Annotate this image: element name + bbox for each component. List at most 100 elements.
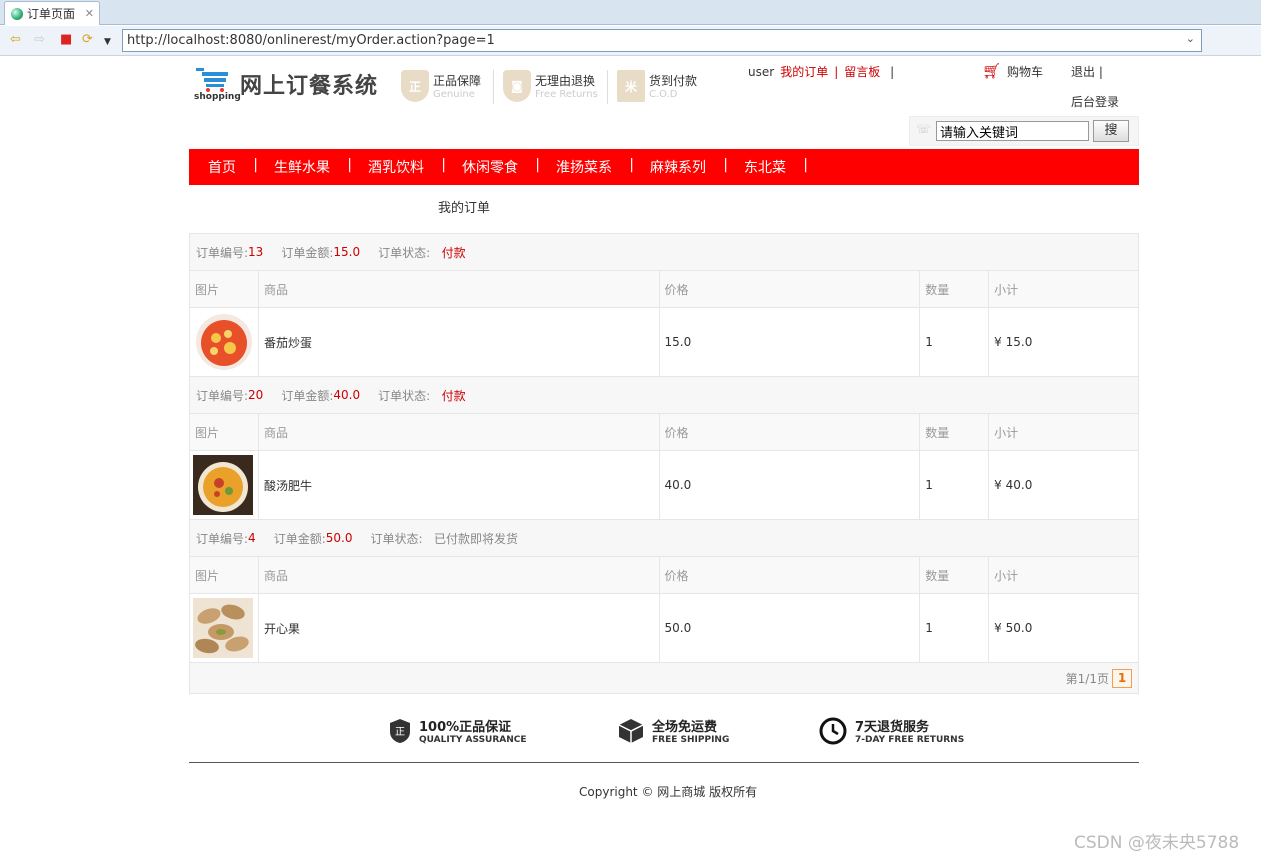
- product-name[interactable]: 开心果: [259, 594, 660, 662]
- badge-cod: 米 货到付款 C.O.D: [617, 70, 697, 102]
- message-board-link[interactable]: 留言板: [844, 63, 880, 80]
- product-qty: 1: [920, 308, 990, 376]
- feature-title: 7天退货服务: [855, 720, 930, 735]
- product-name[interactable]: 酸汤肥牛: [259, 451, 660, 519]
- url-input[interactable]: http://localhost:8080/onlinerest/myOrder…: [122, 29, 1202, 52]
- history-dropdown-icon[interactable]: ▼: [104, 35, 111, 49]
- search-box: ☏ 搜: [909, 116, 1139, 146]
- pistachio-image[interactable]: [193, 598, 253, 658]
- browser-toolbar: ⇦ ⇨ ■ ⟳ ▼ http://localhost:8080/onlinere…: [0, 26, 1261, 56]
- feature-title: 100%正品保证: [419, 720, 512, 735]
- feature-shipping: 全场免运费 FREE SHIPPING: [618, 716, 729, 745]
- col-image: 图片: [190, 557, 259, 593]
- refresh-icon[interactable]: ⟳: [82, 33, 93, 47]
- order-header: 订单编号: 4 订单金额: 50.0 订单状态: 已付款即将发货: [190, 520, 1138, 557]
- badge-sub: Genuine: [433, 89, 475, 100]
- close-tab-icon[interactable]: ✕: [85, 7, 94, 20]
- cart-icon: 🛒︎: [982, 62, 1002, 80]
- product-qty: 1: [920, 451, 990, 519]
- order-status: 已付款即将发货: [433, 531, 518, 546]
- order-no: 20: [248, 388, 264, 402]
- logout-link[interactable]: 退出 |: [1071, 63, 1103, 80]
- badge-returns: ◙ 无理由退换 Free Returns: [503, 70, 598, 102]
- returns-shield-icon: ◙: [503, 70, 531, 102]
- forward-icon[interactable]: ⇨: [34, 33, 45, 47]
- col-product: 商品: [259, 557, 660, 593]
- badge-sub: C.O.D: [649, 89, 678, 100]
- product-image-cell: [190, 451, 259, 519]
- col-subtotal: 小计: [994, 568, 1019, 583]
- url-dropdown-icon[interactable]: ⌄: [1186, 32, 1195, 45]
- svg-text:正: 正: [395, 727, 405, 738]
- product-subtotal: ¥ 40.0: [994, 478, 1033, 492]
- link-separator: |: [834, 64, 839, 79]
- order-amount-label: 订单金额:: [281, 388, 334, 403]
- browser-tab[interactable]: 订单页面 ✕: [4, 1, 100, 25]
- product-image-cell: [190, 308, 259, 376]
- col-price: 价格: [660, 557, 921, 593]
- stop-icon[interactable]: ■: [60, 33, 72, 47]
- quality-shield-icon: 正: [390, 718, 410, 743]
- badge-sub: Free Returns: [535, 89, 598, 100]
- order-amount: 40.0: [333, 388, 361, 402]
- feature-sub: 7-DAY FREE RETURNS: [855, 735, 965, 745]
- globe-icon: [11, 7, 23, 20]
- box-icon: [618, 718, 644, 743]
- nav-item-drinks[interactable]: 酒乳饮料: [349, 157, 446, 177]
- nav-item-fresh-fruit[interactable]: 生鲜水果: [255, 157, 352, 177]
- order-amount-label: 订单金额:: [281, 245, 334, 260]
- table-row: 开心果 50.0 1 ¥ 50.0: [190, 594, 1138, 663]
- pagination: 第1/1页 1: [190, 663, 1138, 693]
- search-button[interactable]: 搜: [1093, 120, 1129, 142]
- product-name[interactable]: 番茄炒蛋: [259, 308, 660, 376]
- beef-soup-image[interactable]: [193, 455, 253, 515]
- username: user: [748, 64, 775, 79]
- product-subtotal: ¥ 50.0: [994, 621, 1033, 635]
- feature-sub: FREE SHIPPING: [652, 735, 730, 745]
- my-orders-link[interactable]: 我的订单: [780, 63, 828, 80]
- feature-quality: 正 100%正品保证 QUALITY ASSURANCE: [389, 716, 527, 745]
- page-viewport: shopping 网上订餐系统 正 正品保障 Genuine ◙ 无理由退换 Fre…: [6, 56, 1261, 856]
- order-amount: 15.0: [333, 245, 361, 259]
- col-image: 图片: [190, 271, 259, 307]
- order-status[interactable]: 付款: [442, 244, 466, 261]
- nav-item-spicy[interactable]: 麻辣系列: [631, 157, 728, 177]
- order-header: 订单编号: 20 订单金额: 40.0 订单状态: 付款: [190, 377, 1138, 414]
- col-price: 价格: [660, 271, 921, 307]
- order-amount-label: 订单金额:: [273, 531, 326, 546]
- back-icon[interactable]: ⇦: [10, 33, 21, 47]
- product-price: 40.0: [660, 451, 921, 519]
- genuine-shield-icon: 正: [401, 70, 429, 102]
- search-input[interactable]: [936, 121, 1089, 141]
- col-qty: 数量: [920, 414, 990, 450]
- nav-item-northeast[interactable]: 东北菜: [725, 157, 808, 177]
- order-no-label: 订单编号:: [196, 388, 249, 403]
- table-row: 酸汤肥牛 40.0 1 ¥ 40.0: [190, 451, 1138, 520]
- link-separator: |: [886, 64, 895, 79]
- logo-subtext: shopping: [194, 92, 241, 102]
- nav-item-home[interactable]: 首页: [189, 157, 258, 177]
- order-no-label: 订单编号:: [196, 245, 249, 260]
- nav-item-huaiyang[interactable]: 淮扬菜系: [537, 157, 634, 177]
- tab-title: 订单页面: [27, 7, 76, 21]
- site-title: 网上订餐系统: [240, 74, 379, 99]
- divider: [493, 70, 494, 104]
- badge-genuine: 正 正品保障 Genuine: [401, 70, 481, 102]
- admin-login-link[interactable]: 后台登录: [1071, 93, 1119, 110]
- tomato-egg-image[interactable]: [194, 312, 254, 372]
- site-logo[interactable]: shopping 网上订餐系统: [194, 66, 379, 102]
- order-status[interactable]: 付款: [442, 387, 466, 404]
- phone-icon: ☏: [916, 122, 932, 136]
- main-nav: 首页 生鲜水果 酒乳饮料 休闲零食 淮扬菜系 麻辣系列 东北菜: [189, 149, 1139, 185]
- nav-item-snacks[interactable]: 休闲零食: [443, 157, 540, 177]
- table-header-row: 图片 商品 价格 数量 小计: [190, 557, 1138, 594]
- feature-returns: 7天退货服务 7-DAY FREE RETURNS: [819, 716, 964, 745]
- cart-link[interactable]: 🛒︎ 购物车: [982, 62, 1043, 80]
- copyright: Copyright © 网上商城 版权所有: [579, 785, 758, 799]
- order-amount: 50.0: [325, 531, 353, 545]
- col-subtotal: 小计: [994, 282, 1019, 297]
- page-1-button[interactable]: 1: [1112, 668, 1132, 688]
- col-image: 图片: [190, 414, 259, 450]
- order-status-label: 订单状态:: [378, 388, 431, 403]
- feature-sub: QUALITY ASSURANCE: [419, 735, 527, 745]
